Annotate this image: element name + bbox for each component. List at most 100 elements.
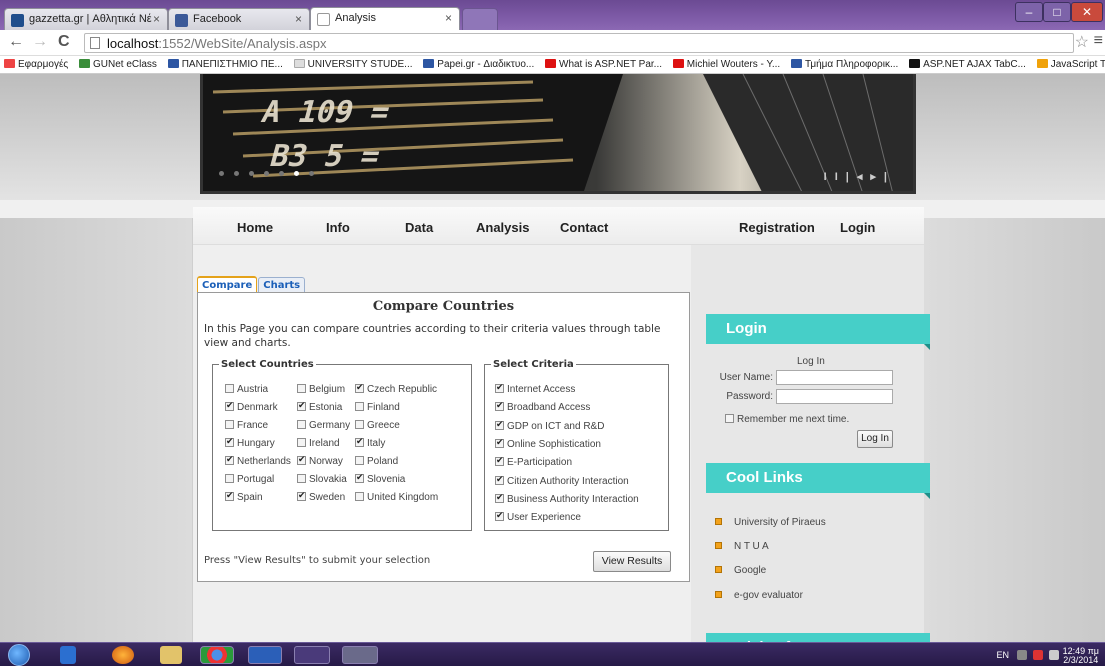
nav-analysis[interactable]: Analysis bbox=[476, 220, 529, 235]
checkbox-icon[interactable] bbox=[495, 474, 504, 485]
bookmark-item[interactable]: Εφαρμογές bbox=[0, 56, 72, 70]
close-icon[interactable]: × bbox=[295, 12, 302, 26]
view-results-button[interactable]: View Results bbox=[593, 551, 671, 572]
slider-dot[interactable] bbox=[279, 171, 284, 176]
country-checkbox[interactable]: Italy bbox=[355, 436, 385, 449]
criterion-checkbox[interactable]: Internet Access bbox=[495, 382, 575, 395]
nav-registration[interactable]: Registration bbox=[739, 220, 815, 235]
checkbox-icon[interactable] bbox=[297, 490, 306, 501]
checkbox-icon[interactable] bbox=[495, 510, 504, 522]
next-icon[interactable]: ▸| bbox=[870, 171, 895, 183]
country-checkbox[interactable]: Norway bbox=[297, 454, 343, 467]
slider-dot[interactable] bbox=[249, 171, 254, 176]
checkbox-icon[interactable] bbox=[355, 492, 364, 501]
bookmark-item[interactable]: Τμήμα Πληροφορικ... bbox=[787, 56, 902, 70]
menu-icon[interactable]: ≡ bbox=[1094, 32, 1103, 50]
previous-icon[interactable]: |◂ bbox=[846, 171, 871, 183]
country-checkbox[interactable]: Denmark bbox=[225, 400, 278, 413]
bookmark-item[interactable]: JavaScript Tabs - Cr... bbox=[1033, 56, 1105, 70]
checkbox-icon[interactable] bbox=[225, 454, 234, 465]
bookmark-star-icon[interactable]: ☆ bbox=[1075, 32, 1089, 52]
checkbox-icon[interactable] bbox=[225, 490, 234, 501]
bookmark-item[interactable]: ΠΑΝΕΠΙΣΤΗΜΙΟ ΠΕ... bbox=[164, 56, 287, 70]
checkbox-icon[interactable] bbox=[225, 436, 234, 447]
criterion-checkbox[interactable]: Citizen Authority Interaction bbox=[495, 474, 629, 487]
checkbox-icon[interactable] bbox=[297, 474, 306, 483]
criterion-checkbox[interactable]: User Experience bbox=[495, 510, 581, 523]
link-item[interactable]: Google bbox=[715, 565, 766, 576]
forward-arrow-icon[interactable]: → bbox=[32, 33, 48, 51]
browser-tab-facebook[interactable]: Facebook × bbox=[168, 8, 310, 30]
checkbox-icon[interactable] bbox=[495, 437, 504, 448]
tray-flag-icon[interactable] bbox=[1033, 650, 1043, 660]
checkbox-icon[interactable] bbox=[297, 438, 306, 447]
checkbox-icon[interactable] bbox=[355, 382, 364, 393]
checkbox-icon[interactable] bbox=[297, 384, 306, 393]
country-checkbox[interactable]: Hungary bbox=[225, 436, 275, 449]
checkbox-icon[interactable] bbox=[495, 400, 504, 412]
country-checkbox[interactable]: Finland bbox=[355, 402, 400, 413]
checkbox-icon[interactable] bbox=[225, 474, 234, 483]
nav-contact[interactable]: Contact bbox=[560, 220, 608, 235]
country-checkbox[interactable]: Ireland bbox=[297, 438, 340, 449]
close-icon[interactable]: × bbox=[153, 12, 160, 26]
explorer-icon[interactable] bbox=[160, 646, 182, 664]
new-tab-button[interactable] bbox=[462, 8, 498, 30]
checkbox-icon[interactable] bbox=[495, 419, 504, 430]
checkbox-icon[interactable] bbox=[297, 420, 306, 429]
bookmark-item[interactable]: UNIVERSITY STUDE... bbox=[290, 56, 417, 70]
back-arrow-icon[interactable]: ← bbox=[8, 33, 24, 51]
slider-dot-active[interactable] bbox=[294, 171, 299, 176]
country-checkbox[interactable]: Austria bbox=[225, 384, 268, 395]
checkbox-icon[interactable] bbox=[225, 400, 234, 411]
browser-tab-gazzetta[interactable]: gazzetta.gr | Αθλητικά Νέ × bbox=[4, 8, 168, 30]
login-button[interactable]: Log In bbox=[857, 430, 893, 448]
slider-dot[interactable] bbox=[234, 171, 239, 176]
checkbox-icon[interactable] bbox=[725, 414, 734, 423]
bookmark-item[interactable]: What is ASP.NET Par... bbox=[541, 56, 666, 70]
checkbox-icon[interactable] bbox=[355, 402, 364, 411]
checkbox-icon[interactable] bbox=[225, 420, 234, 429]
checkbox-icon[interactable] bbox=[355, 420, 364, 429]
country-checkbox[interactable]: Belgium bbox=[297, 384, 345, 395]
system-clock[interactable]: 12:49 πμ 2/3/2014 bbox=[1063, 647, 1099, 665]
checkbox-icon[interactable] bbox=[225, 384, 234, 393]
browser-tab-analysis[interactable]: Analysis × bbox=[310, 7, 460, 30]
country-checkbox[interactable]: Poland bbox=[355, 456, 398, 467]
criterion-checkbox[interactable]: Broadband Access bbox=[495, 400, 590, 413]
country-checkbox[interactable]: Greece bbox=[355, 420, 400, 431]
checkbox-icon[interactable] bbox=[355, 472, 364, 483]
window-close-icon[interactable]: ✕ bbox=[1071, 2, 1103, 22]
bookmark-item[interactable]: ASP.NET AJAX TabC... bbox=[905, 56, 1030, 70]
criterion-checkbox[interactable]: Business Authority Interaction bbox=[495, 492, 639, 505]
slider-dot[interactable] bbox=[264, 171, 269, 176]
checkbox-icon[interactable] bbox=[297, 454, 306, 465]
link-item[interactable]: N T U A bbox=[715, 541, 769, 552]
country-checkbox[interactable]: Spain bbox=[225, 490, 263, 503]
criterion-checkbox[interactable]: Online Sophistication bbox=[495, 437, 601, 450]
nav-info[interactable]: Info bbox=[326, 220, 350, 235]
minimize-icon[interactable]: – bbox=[1015, 2, 1043, 22]
reload-icon[interactable]: C bbox=[58, 33, 70, 51]
checkbox-icon[interactable] bbox=[495, 492, 504, 503]
country-checkbox[interactable]: France bbox=[225, 420, 268, 431]
chrome-icon[interactable] bbox=[200, 646, 234, 664]
checkbox-icon[interactable] bbox=[355, 456, 364, 465]
pause-icon[interactable]: II bbox=[824, 171, 846, 183]
bookmark-item[interactable]: Michiel Wouters - Y... bbox=[669, 56, 784, 70]
link-item[interactable]: e-gov evaluator bbox=[715, 590, 803, 601]
username-field[interactable] bbox=[776, 370, 893, 385]
criterion-checkbox[interactable]: GDP on ICT and R&D bbox=[495, 419, 604, 432]
start-button[interactable] bbox=[8, 644, 30, 666]
address-bar[interactable]: localhost:1552/WebSite/Analysis.aspx bbox=[84, 33, 1074, 53]
network-icon[interactable] bbox=[1049, 650, 1059, 660]
tab-charts[interactable]: Charts bbox=[258, 277, 306, 293]
slider-dot[interactable] bbox=[219, 171, 224, 176]
password-field[interactable] bbox=[776, 389, 893, 404]
country-checkbox[interactable]: Slovenia bbox=[355, 472, 405, 485]
country-checkbox[interactable]: Estonia bbox=[297, 400, 342, 413]
checkbox-icon[interactable] bbox=[495, 382, 504, 393]
nav-data[interactable]: Data bbox=[405, 220, 433, 235]
checkbox-icon[interactable] bbox=[297, 400, 306, 411]
nav-login[interactable]: Login bbox=[840, 220, 875, 235]
